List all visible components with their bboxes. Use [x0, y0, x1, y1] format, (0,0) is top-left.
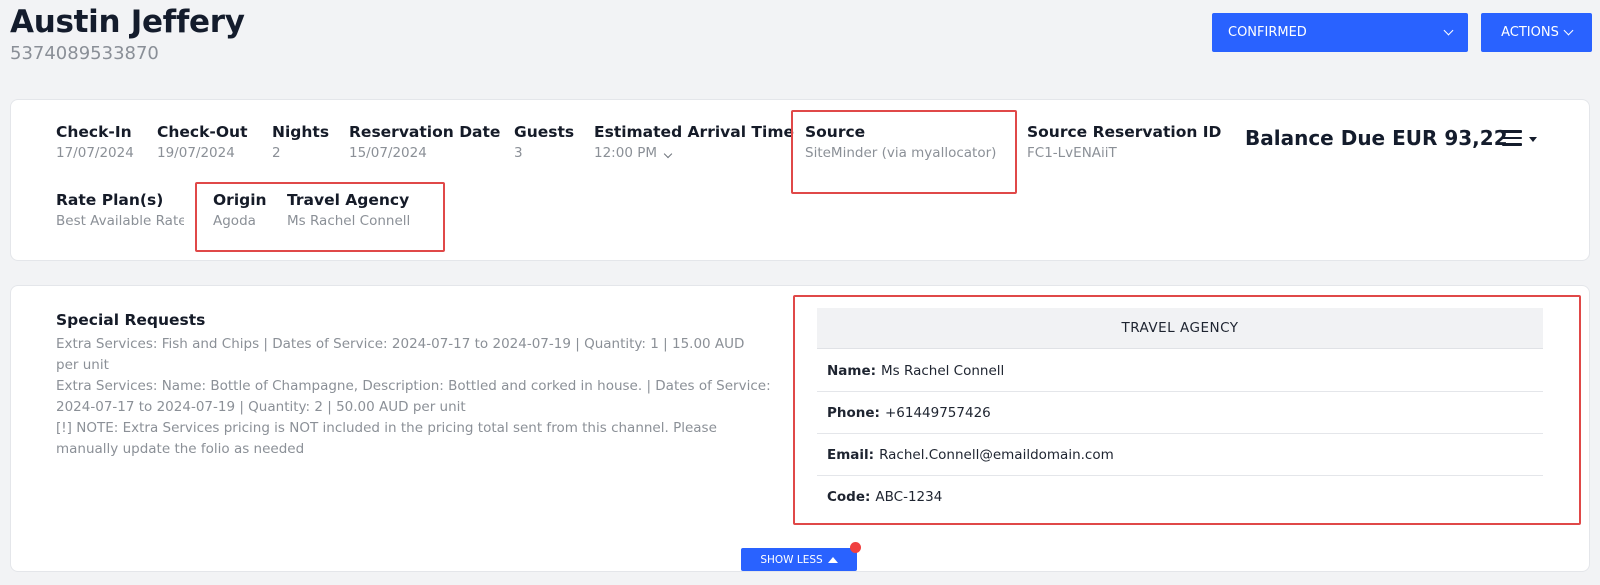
rate-plans-label: Rate Plan(s)	[56, 191, 164, 209]
travel-agency-value: Ms Rachel Connell	[287, 213, 411, 229]
guests-value: 3	[514, 145, 523, 161]
arrival-time-select[interactable]: 12:00 PM	[594, 145, 794, 161]
check-out-label: Check-Out	[157, 123, 248, 141]
arrival-time-label: Estimated Arrival Time	[594, 123, 794, 141]
special-request-line: Extra Services: Fish and Chips | Dates o…	[56, 336, 745, 373]
reservation-date-field: Reservation Date 15/07/2024	[349, 123, 500, 161]
rate-plans-field: Rate Plan(s) Best Available Rate	[56, 191, 184, 229]
caret-down-icon[interactable]	[1529, 137, 1537, 142]
nights-label: Nights	[272, 123, 330, 141]
show-less-label: SHOW LESS	[760, 553, 823, 566]
check-out-field: Check-Out 19/07/2024	[157, 123, 247, 161]
special-requests-text: Extra Services: Fish and Chips | Dates o…	[56, 334, 771, 460]
actions-button[interactable]: ACTIONS	[1481, 13, 1592, 52]
chevron-down-icon	[1563, 25, 1574, 36]
check-out-value: 19/07/2024	[157, 145, 235, 161]
travel-agency-panel-title: TRAVEL AGENCY	[817, 308, 1543, 349]
ta-phone-label: Phone:	[827, 404, 880, 421]
ta-name-value: Ms Rachel Connell	[881, 362, 1005, 379]
special-requests-title: Special Requests	[56, 311, 206, 329]
ta-phone-value: +61449757426	[884, 404, 991, 421]
guest-name: Austin Jeffery	[10, 4, 245, 40]
travel-agency-name-row: Name: Ms Rachel Connell	[817, 350, 1543, 392]
arrival-time-field: Estimated Arrival Time 12:00 PM	[594, 123, 794, 161]
travel-agency-field: Travel Agency Ms Rachel Connell	[287, 191, 410, 229]
source-reservation-id-field: Source Reservation ID FC1-LvENAiiT	[1027, 123, 1221, 161]
special-request-line: Extra Services: Name: Bottle of Champagn…	[56, 378, 771, 415]
reservation-date-value: 15/07/2024	[349, 145, 427, 161]
ta-code-label: Code:	[827, 489, 871, 505]
nights-value: 2	[272, 145, 281, 161]
travel-agency-label: Travel Agency	[287, 191, 410, 209]
chevron-down-icon	[664, 149, 673, 159]
ta-email-label: Email:	[827, 446, 875, 463]
travel-agency-code-row: Code: ABC-1234	[817, 476, 1543, 518]
source-field: Source SiteMinder (via myallocator)	[805, 123, 996, 161]
notification-dot	[850, 542, 861, 553]
rate-plans-value: Best Available Rate	[56, 213, 184, 229]
chevron-down-icon	[1443, 25, 1454, 36]
ta-email-value: Rachel.Connell@emaildomain.com	[879, 446, 1114, 463]
travel-agency-email-row: Email: Rachel.Connell@emaildomain.com	[817, 434, 1543, 476]
special-request-line: [!] NOTE: Extra Services pricing is NOT …	[56, 420, 717, 457]
caret-up-icon	[827, 556, 838, 563]
source-reservation-id-label: Source Reservation ID	[1027, 123, 1222, 141]
status-dropdown-label: CONFIRMED	[1228, 25, 1307, 40]
reservation-number: 5374089533870	[10, 43, 159, 64]
check-in-field: Check-In 17/07/2024	[56, 123, 134, 161]
source-label: Source	[805, 123, 866, 141]
check-in-label: Check-In	[56, 123, 132, 141]
show-less-button[interactable]: SHOW LESS	[741, 548, 857, 571]
balance-due: Balance Due EUR 93,22	[1245, 126, 1508, 150]
ta-name-label: Name:	[827, 362, 877, 379]
source-value: SiteMinder (via myallocator)	[805, 145, 997, 161]
menu-icon[interactable]	[1502, 130, 1522, 146]
travel-agency-phone-row: Phone: +61449757426	[817, 392, 1543, 434]
guests-field: Guests 3	[514, 123, 574, 161]
arrival-time-value: 12:00 PM	[594, 145, 657, 161]
actions-label: ACTIONS	[1501, 25, 1559, 40]
guests-label: Guests	[514, 123, 575, 141]
check-in-value: 17/07/2024	[56, 145, 134, 161]
origin-field: Origin Agoda	[213, 191, 267, 229]
ta-code-value: ABC-1234	[875, 489, 943, 505]
origin-value: Agoda	[213, 213, 256, 229]
nights-field: Nights 2	[272, 123, 329, 161]
status-dropdown[interactable]: CONFIRMED	[1212, 13, 1468, 52]
origin-label: Origin	[213, 191, 267, 209]
reservation-date-label: Reservation Date	[349, 123, 501, 141]
source-reservation-id-value: FC1-LvENAiiT	[1027, 145, 1117, 161]
